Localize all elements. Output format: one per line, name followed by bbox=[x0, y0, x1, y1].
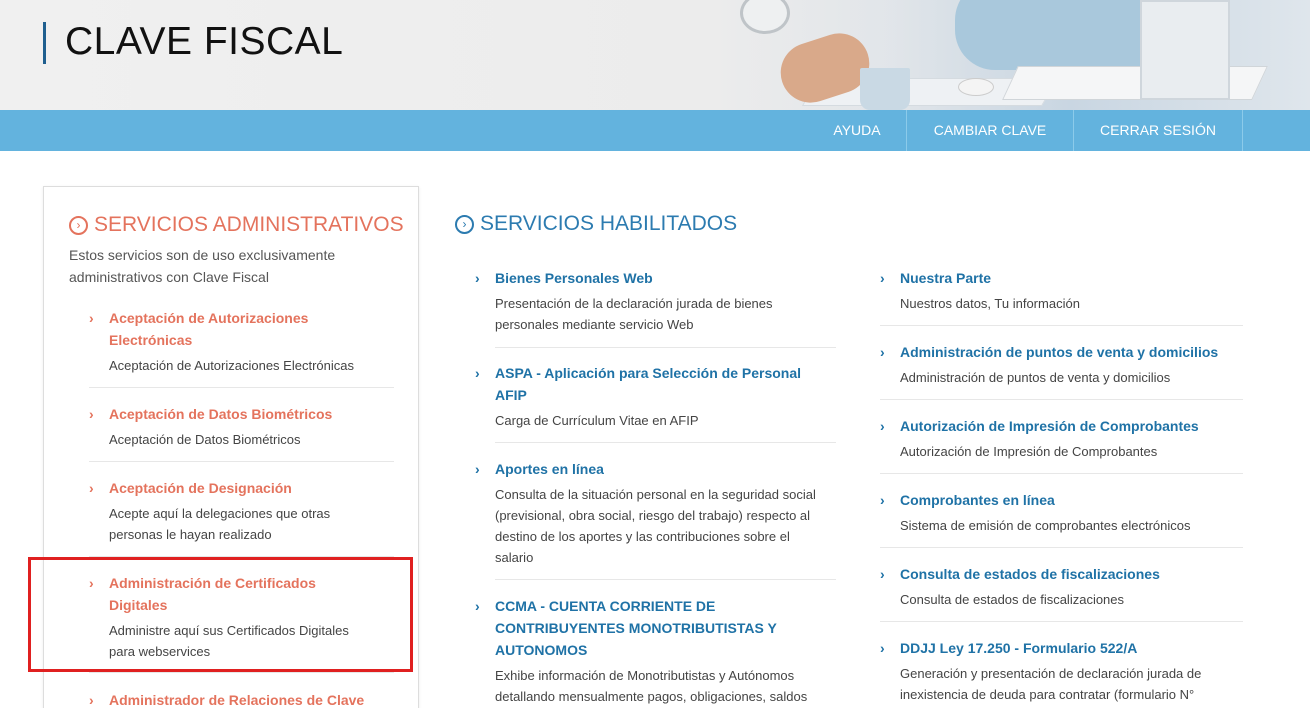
admin-service-item[interactable]: › Aceptación de Designación Acepte aquí … bbox=[89, 477, 389, 547]
enabled-service-item[interactable]: › Autorización de Impresión de Comproban… bbox=[880, 415, 1245, 465]
chevron-right-icon: › bbox=[880, 344, 885, 360]
service-description: Administre aquí sus Certificados Digital… bbox=[109, 623, 349, 659]
admin-service-item[interactable]: › Aceptación de Autorizaciones Electróni… bbox=[89, 307, 389, 377]
chevron-right-icon: › bbox=[475, 461, 480, 477]
service-title[interactable]: Nuestra Parte bbox=[900, 267, 991, 289]
service-title[interactable]: ASPA - Aplicación para Selección de Pers… bbox=[495, 362, 801, 406]
nav-cambiar-clave[interactable]: CAMBIAR CLAVE bbox=[907, 110, 1073, 151]
circle-chevron-right-icon: › bbox=[455, 214, 474, 234]
service-title[interactable]: Consulta de estados de fiscalizaciones bbox=[900, 563, 1160, 585]
chevron-right-icon: › bbox=[89, 575, 94, 591]
service-title[interactable]: Aceptación de Datos Biométricos bbox=[109, 403, 332, 425]
admin-service-item[interactable]: › Administración de Certificados Digital… bbox=[89, 572, 389, 662]
admin-service-item[interactable]: › Administrador de Relaciones de Clave bbox=[89, 689, 389, 708]
nav-ayuda[interactable]: AYUDA bbox=[808, 110, 906, 151]
service-title[interactable]: Administración de Certificados Digitales bbox=[109, 572, 316, 616]
chevron-right-icon: › bbox=[89, 406, 94, 422]
enabled-service-item[interactable]: › Comprobantes en línea Sistema de emisi… bbox=[880, 489, 1245, 539]
chevron-right-icon: › bbox=[880, 640, 885, 656]
service-description: Generación y presentación de declaración… bbox=[900, 666, 1202, 702]
service-title[interactable]: Aceptación de Autorizaciones Electrónica… bbox=[109, 307, 308, 351]
service-title[interactable]: Comprobantes en línea bbox=[900, 489, 1055, 511]
service-description: Consulta de estados de fiscalizaciones bbox=[900, 592, 1125, 607]
chevron-right-icon: › bbox=[89, 310, 94, 326]
service-title[interactable]: Bienes Personales Web bbox=[495, 267, 653, 289]
service-description: Acepte aquí la delegaciones que otras pe… bbox=[109, 506, 331, 542]
enabled-service-item[interactable]: › Aportes en línea Consulta de la situac… bbox=[475, 458, 835, 570]
admin-services-heading: › SERVICIOS ADMINISTRATIVOS bbox=[69, 213, 404, 237]
chevron-right-icon: › bbox=[475, 365, 480, 381]
enabled-services-heading: › SERVICIOS HABILITADOS bbox=[455, 212, 737, 236]
admin-service-item[interactable]: › Aceptación de Datos Biométricos Acepta… bbox=[89, 403, 389, 453]
enabled-heading-text: SERVICIOS HABILITADOS bbox=[480, 212, 738, 235]
service-title[interactable]: CCMA - CUENTA CORRIENTE DE CONTRIBUYENTE… bbox=[495, 595, 777, 661]
chevron-right-icon: › bbox=[89, 480, 94, 496]
page-title: CLAVE FISCAL bbox=[65, 20, 344, 63]
top-nav: AYUDA CAMBIAR CLAVE CERRAR SESIÓN bbox=[0, 110, 1310, 151]
admin-services-panel: › SERVICIOS ADMINISTRATIVOS Estos servic… bbox=[43, 186, 419, 708]
page-header: CLAVE FISCAL bbox=[0, 0, 1310, 110]
service-description: Exhibe información de Monotributistas y … bbox=[495, 668, 808, 704]
enabled-service-item[interactable]: › CCMA - CUENTA CORRIENTE DE CONTRIBUYEN… bbox=[475, 595, 835, 708]
service-description: Nuestros datos, Tu información bbox=[900, 296, 1080, 311]
chevron-right-icon: › bbox=[880, 270, 885, 286]
service-description: Autorización de Impresión de Comprobante… bbox=[900, 444, 1158, 459]
service-description: Aceptación de Autorizaciones Electrónica… bbox=[109, 358, 354, 373]
service-description: Aceptación de Datos Biométricos bbox=[109, 432, 301, 447]
service-description: Consulta de la situación personal en la … bbox=[495, 487, 816, 565]
service-title[interactable]: Autorización de Impresión de Comprobante… bbox=[900, 415, 1199, 437]
title-accent-bar bbox=[43, 22, 46, 64]
enabled-service-item[interactable]: › DDJJ Ley 17.250 - Formulario 522/A Gen… bbox=[880, 637, 1245, 708]
chevron-right-icon: › bbox=[880, 566, 885, 582]
service-title[interactable]: Aceptación de Designación bbox=[109, 477, 292, 499]
enabled-service-item[interactable]: › ASPA - Aplicación para Selección de Pe… bbox=[475, 362, 835, 434]
service-description: Carga de Currículum Vitae en AFIP bbox=[495, 413, 699, 428]
service-description: Presentación de la declaración jurada de… bbox=[495, 296, 773, 332]
enabled-service-item[interactable]: › Nuestra Parte Nuestros datos, Tu infor… bbox=[880, 267, 1245, 317]
enabled-service-item[interactable]: › Administración de puntos de venta y do… bbox=[880, 341, 1245, 391]
chevron-right-icon: › bbox=[475, 598, 480, 614]
service-title[interactable]: Administrador de Relaciones de Clave bbox=[109, 689, 364, 708]
nav-cerrar-sesion[interactable]: CERRAR SESIÓN bbox=[1074, 110, 1242, 151]
service-title[interactable]: Aportes en línea bbox=[495, 458, 604, 480]
chevron-right-icon: › bbox=[880, 492, 885, 508]
service-description: Administración de puntos de venta y domi… bbox=[900, 370, 1171, 385]
admin-description: Estos servicios son de uso exclusivament… bbox=[69, 247, 336, 285]
chevron-right-icon: › bbox=[475, 270, 480, 286]
header-photo bbox=[710, 0, 1310, 110]
enabled-service-item[interactable]: › Consulta de estados de fiscalizaciones… bbox=[880, 563, 1245, 613]
circle-chevron-right-icon: › bbox=[69, 215, 88, 235]
admin-heading-text: SERVICIOS ADMINISTRATIVOS bbox=[94, 213, 404, 236]
enabled-service-item[interactable]: › Bienes Personales Web Presentación de … bbox=[475, 267, 835, 339]
chevron-right-icon: › bbox=[880, 418, 885, 434]
service-title[interactable]: Administración de puntos de venta y domi… bbox=[900, 341, 1218, 363]
chevron-right-icon: › bbox=[89, 692, 94, 708]
service-description: Sistema de emisión de comprobantes elect… bbox=[900, 518, 1191, 533]
service-title[interactable]: DDJJ Ley 17.250 - Formulario 522/A bbox=[900, 637, 1137, 659]
